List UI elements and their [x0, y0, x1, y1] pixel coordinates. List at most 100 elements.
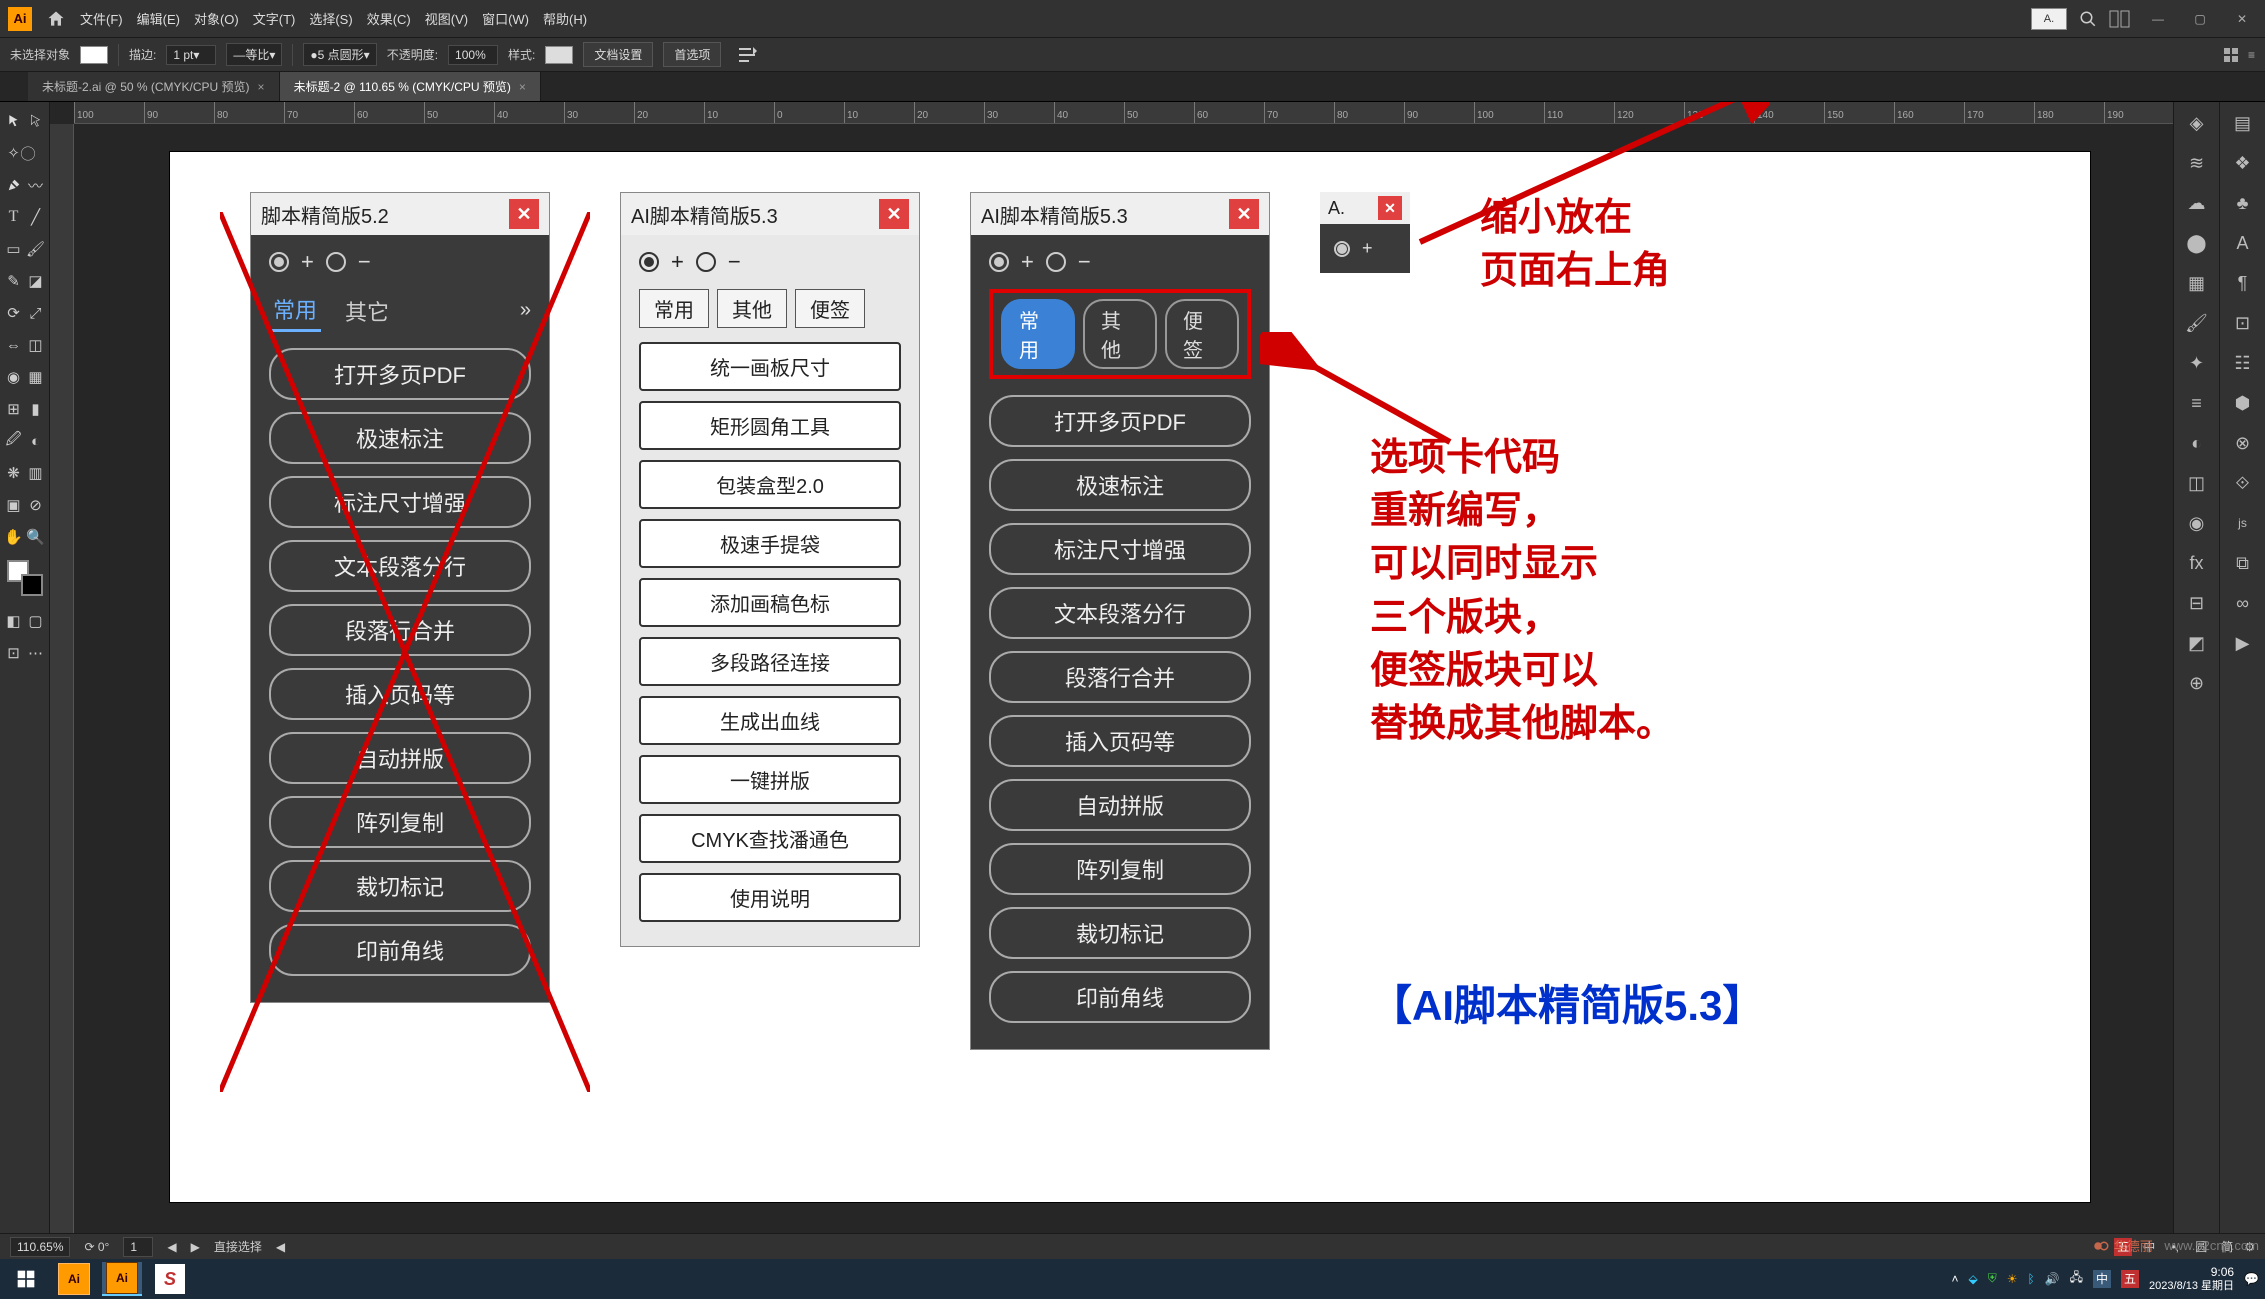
home-icon[interactable]: [46, 9, 66, 29]
script-button[interactable]: 阵列复制: [989, 843, 1251, 895]
tab-close-icon[interactable]: ×: [519, 80, 526, 94]
panel-icon[interactable]: js: [2228, 508, 2258, 538]
scale-tool[interactable]: ⤢: [26, 299, 46, 327]
script-button[interactable]: 极速手提袋: [639, 519, 901, 568]
tray-cloud-icon[interactable]: ☀: [2007, 1272, 2018, 1286]
panel-icon[interactable]: ⬢: [2228, 388, 2258, 418]
script-button[interactable]: 印前角线: [989, 971, 1251, 1023]
fill-stroke-swatches[interactable]: [7, 560, 43, 596]
direct-selection-tool[interactable]: [26, 107, 46, 135]
menu-view[interactable]: 视图(V): [425, 9, 468, 28]
nav-angle-icon[interactable]: ⟳ 0°: [84, 1240, 109, 1254]
tray-network-icon[interactable]: 🖧: [2070, 1268, 2083, 1289]
script-button[interactable]: 包装盒型2.0: [639, 460, 901, 509]
tab-other[interactable]: 其他: [1083, 299, 1157, 369]
search-icon[interactable]: [2079, 10, 2097, 28]
notifications-icon[interactable]: 💬: [2244, 1272, 2259, 1286]
opacity-field[interactable]: 100%: [448, 45, 498, 65]
prev-artboard-icon[interactable]: ◀: [167, 1240, 176, 1254]
radio-on-icon[interactable]: [639, 252, 659, 272]
script-button[interactable]: 裁切标记: [269, 860, 531, 912]
symbol-sprayer-tool[interactable]: ❋: [4, 459, 24, 487]
script-button[interactable]: 添加画稿色标: [639, 578, 901, 627]
radio-off-icon[interactable]: [326, 252, 346, 272]
script-button[interactable]: 极速标注: [989, 459, 1251, 511]
script-button[interactable]: 极速标注: [269, 412, 531, 464]
draw-mode-icon[interactable]: ▢: [26, 607, 46, 635]
slice-tool[interactable]: ⊘: [26, 491, 46, 519]
panel-icon[interactable]: ¶: [2228, 268, 2258, 298]
zoom-field[interactable]: 110.65%: [10, 1237, 70, 1257]
line-tool[interactable]: ╱: [26, 203, 46, 231]
tray-app-icon[interactable]: ⬙: [1968, 1272, 1977, 1286]
script-button[interactable]: 打开多页PDF: [989, 395, 1251, 447]
menu-select[interactable]: 选择(S): [309, 9, 352, 28]
pathfinder-panel-icon[interactable]: ◩: [2182, 628, 2212, 658]
panel-icon[interactable]: ▤: [2228, 108, 2258, 138]
style-swatch[interactable]: [545, 46, 573, 64]
symbols-panel-icon[interactable]: ✦: [2182, 348, 2212, 378]
layers-panel-icon[interactable]: ≋: [2182, 148, 2212, 178]
script-button[interactable]: 生成出血线: [639, 696, 901, 745]
tab-common[interactable]: 常用: [269, 289, 321, 332]
floating-mini-panel-title[interactable]: A.: [2031, 8, 2067, 30]
script-button[interactable]: 一键拼版: [639, 755, 901, 804]
artboard-tool[interactable]: ▣: [4, 491, 24, 519]
zoom-tool[interactable]: 🔍: [26, 523, 46, 551]
menu-object[interactable]: 对象(O): [194, 9, 239, 28]
script-button[interactable]: 裁切标记: [989, 907, 1251, 959]
script-button[interactable]: 多段路径连接: [639, 637, 901, 686]
transform-panel-icon[interactable]: ⊕: [2182, 668, 2212, 698]
edit-toolbar-icon[interactable]: ⋯: [26, 639, 46, 667]
script-button[interactable]: 标注尺寸增强: [269, 476, 531, 528]
tab-notes[interactable]: 便签: [795, 289, 865, 328]
brushes-panel-icon[interactable]: 🖌: [2182, 308, 2212, 338]
document-tab-2[interactable]: 未标题-2 @ 110.65 % (CMYK/CPU 预览)×: [280, 71, 541, 101]
radio-off-icon[interactable]: [696, 252, 716, 272]
script-button[interactable]: 段落行合并: [269, 604, 531, 656]
start-button[interactable]: [6, 1262, 46, 1296]
panel-icon[interactable]: ⊗: [2228, 428, 2258, 458]
align-icon[interactable]: [737, 47, 757, 63]
perspective-tool[interactable]: ▦: [26, 363, 46, 391]
gradient-panel-icon[interactable]: ◐: [2182, 428, 2212, 458]
window-minimize-button[interactable]: —: [2143, 8, 2173, 30]
script-button[interactable]: 自动拼版: [989, 779, 1251, 831]
stroke-uniform-field[interactable]: — 等比 ▾: [226, 43, 282, 66]
tray-ime-cn[interactable]: 中: [2093, 1270, 2111, 1288]
stroke-panel-icon[interactable]: ≡: [2182, 388, 2212, 418]
menu-effect[interactable]: 效果(C): [367, 9, 411, 28]
script-button[interactable]: 自动拼版: [269, 732, 531, 784]
panel-options-icon[interactable]: [2222, 46, 2240, 64]
width-tool[interactable]: ⇔: [4, 331, 24, 359]
script-button[interactable]: 标注尺寸增强: [989, 523, 1251, 575]
shaper-tool[interactable]: ✎: [4, 267, 24, 295]
scrollbar-left-icon[interactable]: ◀: [276, 1240, 285, 1254]
script-button[interactable]: 阵列复制: [269, 796, 531, 848]
panel-icon[interactable]: ⧉: [2228, 548, 2258, 578]
mesh-tool[interactable]: ⊞: [4, 395, 24, 423]
color-mode-icon[interactable]: ◧: [4, 607, 24, 635]
swatches-panel-icon[interactable]: ▦: [2182, 268, 2212, 298]
gradient-tool[interactable]: ▮: [26, 395, 46, 423]
transparency-panel-icon[interactable]: ◫: [2182, 468, 2212, 498]
screen-mode-icon[interactable]: ⊡: [4, 639, 24, 667]
eyedropper-tool[interactable]: 🖉: [4, 427, 24, 455]
menu-window[interactable]: 窗口(W): [482, 9, 529, 28]
tab-common[interactable]: 常用: [639, 289, 709, 328]
window-maximize-button[interactable]: ▢: [2185, 8, 2215, 30]
script-button[interactable]: 使用说明: [639, 873, 901, 922]
taskbar-app-ai-2[interactable]: Ai: [102, 1262, 142, 1296]
graph-tool[interactable]: ▥: [26, 459, 46, 487]
shape-builder-tool[interactable]: ◉: [4, 363, 24, 391]
panel-icon[interactable]: ∞: [2228, 588, 2258, 618]
close-button[interactable]: ✕: [879, 199, 909, 229]
panel-icon[interactable]: ☷: [2228, 348, 2258, 378]
chevron-right-icon[interactable]: »: [520, 299, 531, 322]
script-button[interactable]: CMYK查找潘通色: [639, 814, 901, 863]
script-button[interactable]: 矩形圆角工具: [639, 401, 901, 450]
menu-edit[interactable]: 编辑(E): [137, 9, 180, 28]
selection-tool[interactable]: [4, 107, 24, 135]
script-button[interactable]: 插入页码等: [269, 668, 531, 720]
libraries-panel-icon[interactable]: ☁: [2182, 188, 2212, 218]
